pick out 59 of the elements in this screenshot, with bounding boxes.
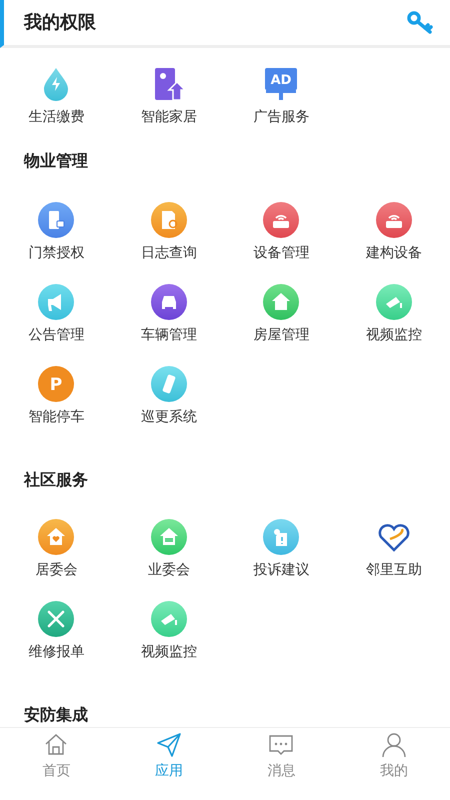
- tile-label: 设备管理: [253, 243, 310, 262]
- tile-label: 房屋管理: [253, 325, 310, 344]
- tile-label: 门禁授权: [28, 243, 84, 262]
- app-tile[interactable]: 智能家居: [112, 66, 225, 126]
- tile-label: 广告服务: [253, 107, 310, 126]
- app-tile[interactable]: AD 广告服务: [225, 66, 338, 126]
- door-lock-icon: [38, 202, 74, 238]
- app-tile[interactable]: 维修报单: [0, 601, 112, 661]
- section-title: 物业管理: [22, 152, 89, 172]
- app-tile[interactable]: 巡更系统: [112, 366, 225, 426]
- tile-label: 巡更系统: [140, 407, 197, 426]
- tab-item[interactable]: 首页: [0, 732, 112, 780]
- router-icon: [263, 202, 300, 238]
- app-tile[interactable]: 车辆管理: [112, 284, 225, 344]
- app-tile[interactable]: 生活缴费: [0, 66, 112, 126]
- app-tile[interactable]: 日志查询: [112, 202, 225, 262]
- app-tile[interactable]: P 智能停车: [0, 366, 112, 426]
- person-icon: [380, 732, 407, 758]
- tile-label: 智能停车: [28, 407, 84, 426]
- megaphone-icon: [38, 284, 74, 320]
- section-title: 社区服务: [22, 470, 89, 491]
- tile-label: 车辆管理: [140, 325, 197, 344]
- tile-label: 视频监控: [366, 325, 422, 344]
- app-tile[interactable]: 邻里互助: [338, 519, 450, 579]
- tile-label: 投诉建议: [253, 560, 310, 579]
- page-title: 我的权限: [24, 11, 96, 34]
- tab-item[interactable]: 我的: [338, 732, 450, 780]
- document-search-icon: [150, 202, 187, 238]
- tile-label: 视频监控: [140, 642, 197, 661]
- app-tile[interactable]: 房屋管理: [225, 284, 338, 344]
- app-tile[interactable]: 视频监控: [338, 284, 450, 344]
- app-tile[interactable]: 公告管理: [0, 284, 112, 344]
- camera-icon: [376, 284, 412, 320]
- tile-label: 居委会: [35, 560, 78, 579]
- tile-label: 生活缴费: [28, 107, 84, 126]
- tile-label: 业委会: [148, 560, 190, 579]
- app-tile[interactable]: 投诉建议: [225, 519, 338, 579]
- app-tile[interactable]: 建构设备: [338, 202, 450, 262]
- app-tile[interactable]: 视频监控: [112, 601, 225, 661]
- tab-item[interactable]: 消息: [225, 732, 338, 780]
- section-title: 安防集成: [23, 705, 89, 726]
- car-icon: [150, 284, 187, 320]
- app-tile[interactable]: 设备管理: [225, 202, 338, 262]
- router-icon: [376, 202, 412, 238]
- parking-icon: P: [38, 366, 74, 402]
- tile-label: 日志查询: [140, 243, 197, 262]
- tile-label: 邻里互助: [366, 560, 422, 579]
- app-tile[interactable]: 门禁授权: [0, 202, 112, 262]
- camera-icon: [150, 601, 187, 637]
- app-tile[interactable]: 业委会: [112, 519, 225, 579]
- document-alert-icon: [263, 519, 300, 555]
- tile-label: 智能家居: [140, 107, 197, 126]
- key-icon[interactable]: [406, 10, 434, 36]
- app-tile[interactable]: 居委会: [0, 519, 112, 579]
- tile-label: 维修报单: [28, 642, 84, 661]
- paper-plane-icon: [156, 732, 182, 758]
- tile-label: 建构设备: [366, 243, 422, 262]
- house-icon: [263, 284, 300, 320]
- tile-label: 公告管理: [28, 325, 84, 344]
